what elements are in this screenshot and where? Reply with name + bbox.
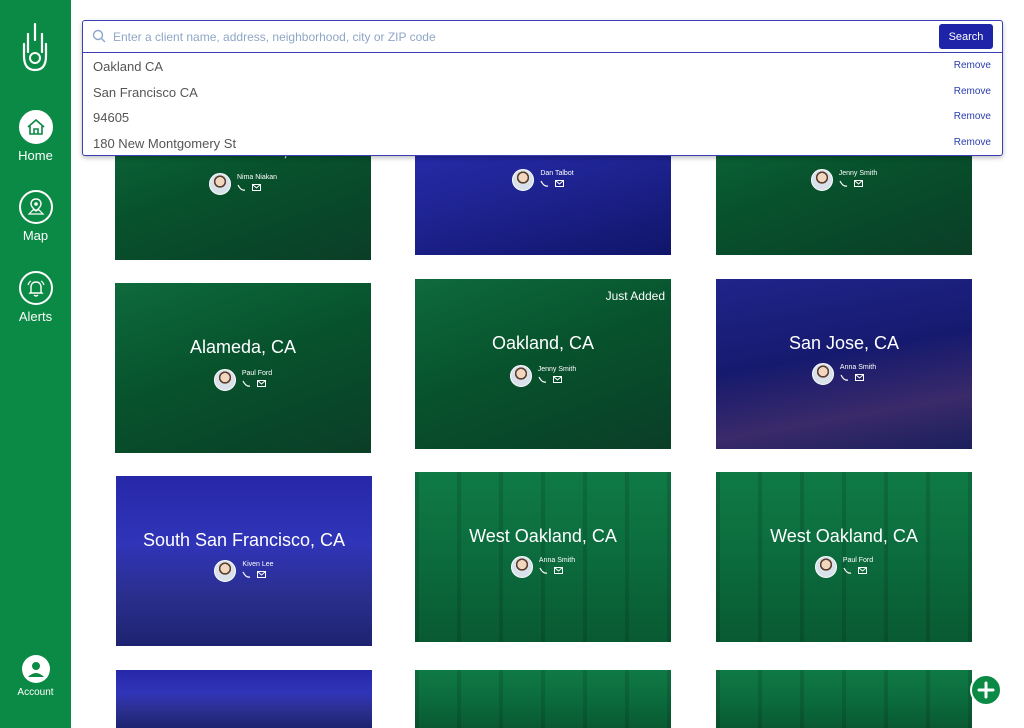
card-title: Oakland, CA: [491, 333, 595, 353]
home-icon: [18, 110, 53, 144]
card-agent: Anna Smith: [716, 363, 972, 385]
sidebar-account-label: Account: [17, 687, 54, 698]
card-title: West Oakland, CA: [770, 526, 918, 546]
avatar: [814, 556, 837, 578]
phone-icon[interactable]: [237, 184, 246, 191]
phone-icon[interactable]: [540, 180, 549, 187]
list-item[interactable]: San Francisco CA Remove: [83, 79, 1002, 105]
bell-icon: [18, 271, 53, 305]
location-card[interactable]: [716, 670, 972, 728]
sidebar-map-label: Map: [22, 228, 49, 243]
recent-search-text: Oakland CA: [93, 59, 164, 74]
agent-name: Nima Niakan: [236, 174, 278, 181]
mail-icon[interactable]: [257, 571, 267, 578]
card-agent: Nima Niakan: [115, 173, 371, 195]
remove-link[interactable]: Remove: [954, 60, 991, 71]
agent-name: Paul Ford: [241, 370, 273, 377]
sidebar-item-account[interactable]: Account: [0, 655, 71, 698]
sidebar: Home Map Alerts Account: [0, 0, 71, 728]
location-card[interactable]: Just Added Oakland, CA Jenny Smith: [415, 279, 671, 449]
card-agent: Dan Talbot: [415, 169, 671, 191]
agent-name: Anna Smith: [839, 364, 877, 371]
search-icon: [92, 29, 106, 43]
mail-icon[interactable]: [853, 180, 863, 187]
add-button[interactable]: [970, 674, 1002, 706]
card-agent: Paul Ford: [115, 369, 371, 391]
location-card[interactable]: West Oakland, CA Paul Ford: [716, 472, 972, 642]
sidebar-home-label: Home: [18, 148, 53, 163]
card-agent: Anna Smith: [415, 556, 671, 578]
card-agent: Kiven Lee: [116, 560, 372, 582]
remove-link[interactable]: Remove: [954, 111, 991, 122]
search-bar: Search: [83, 21, 1002, 53]
avatar: [512, 169, 535, 191]
mail-icon[interactable]: [553, 567, 563, 574]
recent-search-text: San Francisco CA: [93, 84, 198, 100]
agent-name: Dan Talbot: [540, 170, 574, 177]
card-agent: Jenny Smith: [716, 169, 972, 191]
phone-icon[interactable]: [839, 180, 848, 187]
location-card[interactable]: West Oakland, CA Anna Smith: [415, 472, 671, 642]
location-card[interactable]: San Jose, CA Anna Smith: [716, 279, 972, 449]
sidebar-item-map[interactable]: Map: [0, 190, 71, 243]
mail-icon[interactable]: [251, 184, 261, 191]
phone-icon[interactable]: [840, 374, 849, 381]
card-agent: Jenny Smith: [415, 365, 671, 387]
remove-link[interactable]: Remove: [954, 137, 991, 148]
phone-icon[interactable]: [242, 571, 251, 578]
recent-search-text: 180 New Montgomery St: [93, 135, 237, 151]
avatar: [510, 556, 533, 578]
plus-icon: [977, 681, 995, 699]
list-item[interactable]: 180 New Montgomery St Remove: [83, 130, 1002, 156]
recent-search-text: 94605: [93, 110, 130, 125]
card-title: South San Francisco, CA: [142, 530, 346, 550]
avatar: [811, 363, 834, 385]
phone-icon[interactable]: [539, 567, 548, 574]
agent-name: Anna Smith: [538, 557, 576, 564]
card-title: Alameda, CA: [189, 337, 297, 357]
sidebar-alerts-label: Alerts: [18, 309, 53, 324]
avatar: [208, 173, 231, 195]
card-title: San Jose, CA: [788, 333, 900, 353]
mail-icon[interactable]: [857, 567, 867, 574]
user-icon: [21, 655, 50, 683]
mail-icon[interactable]: [854, 374, 864, 381]
phone-icon[interactable]: [538, 376, 547, 383]
avatar: [810, 169, 833, 191]
avatar: [213, 369, 236, 391]
card-title: West Oakland, CA: [469, 526, 617, 546]
just-added-badge: Just Added: [605, 289, 665, 303]
mail-icon[interactable]: [555, 180, 565, 187]
location-card[interactable]: [116, 670, 372, 728]
mail-icon[interactable]: [552, 376, 562, 383]
agent-name: Kiven Lee: [242, 561, 274, 568]
phone-icon[interactable]: [843, 567, 852, 574]
search-button[interactable]: Search: [939, 24, 993, 49]
sidebar-item-home[interactable]: Home: [0, 110, 71, 163]
mail-icon[interactable]: [256, 380, 266, 387]
list-item[interactable]: Oakland CA Remove: [83, 53, 1002, 79]
card-agent: Paul Ford: [716, 556, 972, 578]
avatar: [214, 560, 237, 582]
hand-logo-icon[interactable]: [18, 22, 52, 74]
agent-name: Jenny Smith: [838, 170, 878, 177]
agent-name: Paul Ford: [842, 557, 874, 564]
location-card[interactable]: Alameda, CA Paul Ford: [115, 283, 371, 453]
remove-link[interactable]: Remove: [954, 86, 991, 97]
location-card[interactable]: South San Francisco, CA Kiven Lee: [116, 476, 372, 646]
search-input[interactable]: [113, 25, 933, 49]
agent-name: Jenny Smith: [537, 366, 577, 373]
list-item[interactable]: 94605 Remove: [83, 104, 1002, 130]
sidebar-item-alerts[interactable]: Alerts: [0, 271, 71, 324]
recent-searches-list: Oakland CA Remove San Francisco CA Remov…: [83, 53, 1002, 155]
search-panel: Search Oakland CA Remove San Francisco C…: [82, 20, 1003, 156]
avatar: [509, 365, 532, 387]
location-card[interactable]: [415, 670, 671, 728]
map-icon: [18, 190, 53, 224]
phone-icon[interactable]: [242, 380, 251, 387]
